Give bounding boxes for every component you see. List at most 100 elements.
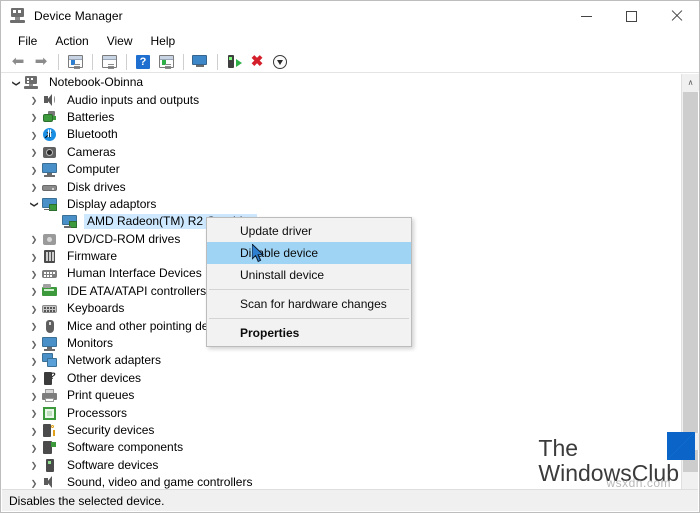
battery-icon	[42, 110, 58, 125]
chevron-down-icon[interactable]	[8, 78, 24, 88]
vertical-scrollbar[interactable]: ∧ ∨	[681, 74, 699, 490]
chevron-right-icon[interactable]	[26, 112, 42, 122]
sound-icon	[42, 475, 58, 490]
uninstall-device-icon[interactable]: ✖	[246, 52, 268, 72]
context-menu-item-disable-device[interactable]: Disable device	[207, 242, 411, 264]
update-driver-window-icon[interactable]	[155, 52, 177, 72]
tree-item-software-devices[interactable]: Software devices	[2, 457, 681, 474]
menu-action[interactable]: Action	[46, 32, 97, 50]
chevron-right-icon[interactable]	[26, 182, 42, 192]
tree-item-bluetooth[interactable]: ‖ Bluetooth	[2, 126, 681, 143]
scroll-down-arrow-icon[interactable]: ∨	[682, 433, 699, 450]
device-manager-window: Device Manager File Action View Help ⬅ ➡…	[0, 0, 700, 513]
tree-item-disk-drives[interactable]: Disk drives	[2, 178, 681, 195]
tree-item-label: Batteries	[67, 109, 115, 124]
disk-drive-icon	[42, 180, 58, 195]
tree-item-network-adapters[interactable]: Network adapters	[2, 352, 681, 369]
tree-item-label: Cameras	[67, 144, 116, 159]
show-hidden-devices-icon[interactable]	[64, 52, 86, 72]
tree-item-print-queues[interactable]: Print queues	[2, 387, 681, 404]
scroll-up-arrow-icon[interactable]: ∧	[682, 74, 699, 91]
disable-device-icon[interactable]	[269, 52, 291, 72]
chevron-right-icon[interactable]	[26, 95, 42, 105]
chevron-right-icon[interactable]	[26, 147, 42, 157]
window-controls	[564, 1, 699, 31]
context-menu-item-update-driver[interactable]: Update driver	[207, 220, 411, 242]
tree-item-audio-inputs-and-outputs[interactable]: Audio inputs and outputs	[2, 91, 681, 108]
tree-item-computer[interactable]: Computer	[2, 161, 681, 178]
tree-item-label: Sound, video and game controllers	[67, 475, 253, 490]
close-button[interactable]	[654, 1, 699, 31]
chevron-right-icon[interactable]	[26, 478, 42, 488]
chevron-right-icon[interactable]	[26, 234, 42, 244]
chevron-right-icon[interactable]	[26, 426, 42, 436]
tree-item-batteries[interactable]: Batteries	[2, 109, 681, 126]
toolbar-separator	[92, 53, 93, 70]
forward-icon[interactable]: ➡	[30, 52, 52, 72]
help-icon[interactable]: ?	[132, 52, 154, 72]
bluetooth-icon: ‖	[42, 127, 58, 142]
tree-item-label: IDE ATA/ATAPI controllers	[67, 283, 207, 298]
speaker-icon	[42, 93, 58, 108]
menu-file[interactable]: File	[9, 32, 46, 50]
toolbar-separator	[58, 53, 59, 70]
chevron-right-icon[interactable]	[26, 443, 42, 453]
monitor-icon	[42, 336, 58, 351]
security-device-icon	[42, 423, 58, 438]
context-menu-separator	[209, 289, 409, 290]
chevron-down-icon[interactable]	[26, 199, 42, 209]
tree-item-other-devices[interactable]: ? Other devices	[2, 370, 681, 387]
tree-item-security-devices[interactable]: Security devices	[2, 422, 681, 439]
chevron-right-icon[interactable]	[26, 269, 42, 279]
status-bar-text: Disables the selected device.	[9, 493, 165, 508]
tree-item-label: Disk drives	[67, 179, 126, 194]
update-driver-icon[interactable]	[223, 52, 245, 72]
context-menu-item-uninstall-device[interactable]: Uninstall device	[207, 264, 411, 286]
tree-item-sound-video-and-game-controllers[interactable]: Sound, video and game controllers	[2, 474, 681, 490]
chevron-right-icon[interactable]	[26, 321, 42, 331]
tree-item-processors[interactable]: Processors	[2, 404, 681, 421]
chevron-right-icon[interactable]	[26, 391, 42, 401]
tree-item-software-components[interactable]: Software components	[2, 439, 681, 456]
scrollbar-thumb[interactable]	[683, 92, 698, 472]
chevron-right-icon[interactable]	[26, 252, 42, 262]
title-bar: Device Manager	[1, 1, 699, 31]
minimize-button[interactable]	[564, 1, 609, 31]
ide-controller-icon	[42, 283, 58, 299]
printer-icon	[42, 388, 58, 403]
tree-item-label: Software components	[67, 440, 184, 455]
monitor-icon	[42, 162, 58, 177]
device-manager-icon	[9, 7, 27, 25]
chevron-right-icon[interactable]	[26, 339, 42, 349]
chevron-right-icon[interactable]	[26, 130, 42, 140]
tree-item-label: DVD/CD-ROM drives	[67, 231, 181, 246]
dvd-drive-icon	[42, 232, 58, 247]
context-menu-item-scan-for-hardware-changes[interactable]: Scan for hardware changes	[207, 293, 411, 315]
chevron-right-icon[interactable]	[26, 356, 42, 366]
chevron-right-icon[interactable]	[26, 304, 42, 314]
maximize-button[interactable]	[609, 1, 654, 31]
chevron-right-icon[interactable]	[26, 460, 42, 470]
network-adapter-icon	[42, 353, 58, 368]
context-menu: Update driver Disable device Uninstall d…	[206, 217, 412, 347]
chevron-right-icon[interactable]	[26, 165, 42, 175]
back-icon[interactable]: ⬅	[7, 52, 29, 72]
chevron-right-icon[interactable]	[26, 373, 42, 383]
tree-item-label: Computer	[67, 162, 120, 177]
context-menu-item-properties[interactable]: Properties	[207, 322, 411, 344]
menu-view[interactable]: View	[98, 32, 142, 50]
properties-icon[interactable]	[98, 52, 120, 72]
tree-item-root[interactable]: Notebook-Obinna	[2, 74, 681, 91]
chevron-right-icon[interactable]	[26, 286, 42, 296]
tree-item-cameras[interactable]: Cameras	[2, 144, 681, 161]
tree-item-label: Print queues	[67, 388, 135, 403]
display-adapter-icon	[62, 214, 78, 229]
scan-for-hardware-changes-icon[interactable]	[189, 52, 211, 72]
chevron-right-icon[interactable]	[26, 408, 42, 418]
menu-help[interactable]: Help	[142, 32, 185, 50]
toolbar-separator	[183, 53, 184, 70]
tree-item-label: Monitors	[67, 336, 114, 351]
hid-icon	[42, 266, 58, 281]
software-device-icon	[42, 458, 58, 473]
tree-item-display-adaptors[interactable]: Display adaptors	[2, 196, 681, 213]
